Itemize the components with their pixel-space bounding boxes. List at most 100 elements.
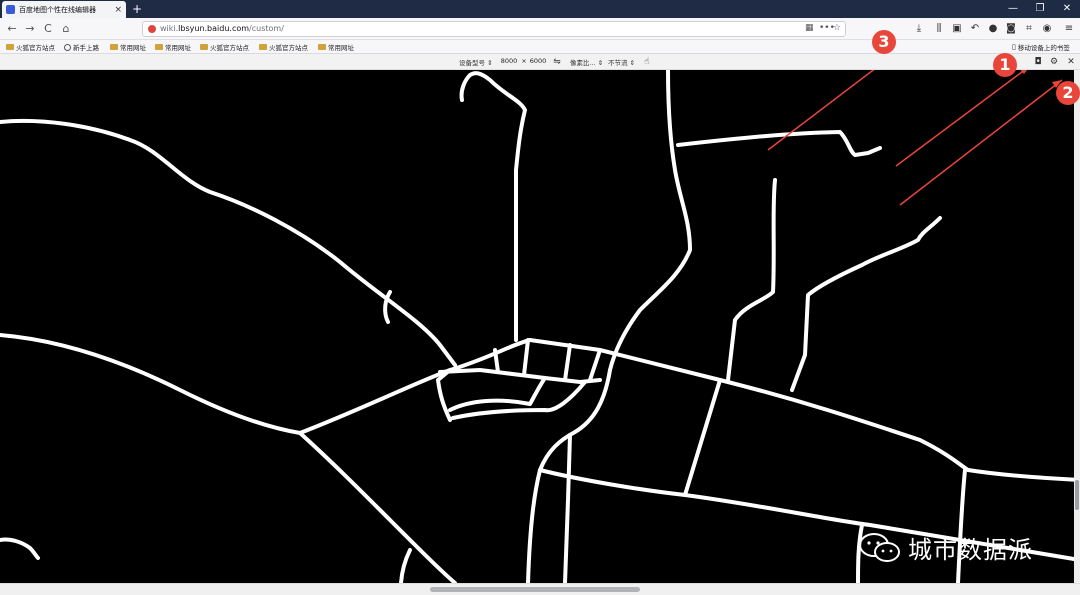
- bookmark-item[interactable]: 常用网址: [155, 42, 191, 52]
- back-button[interactable]: ←: [4, 21, 20, 37]
- bookmark-label: 火狐官方站点: [16, 44, 55, 52]
- baidu-favicon-icon: [6, 5, 15, 14]
- folder-icon: [318, 44, 326, 50]
- road: [0, 537, 40, 560]
- viewport-width-input[interactable]: 8000: [497, 56, 521, 67]
- restore-button[interactable]: ❐: [1027, 0, 1053, 18]
- road: [563, 433, 572, 583]
- bookmark-label: 火狐官方站点: [269, 44, 308, 52]
- url-path: /custom/: [249, 24, 284, 33]
- home-button[interactable]: ⌂: [58, 21, 74, 37]
- road: [383, 290, 392, 324]
- bookmarks-bar: 火狐官方站点 新手上路 常用网址 常用网址 火狐官方站点 火狐官方站点 常用网址…: [0, 40, 1080, 54]
- road: [438, 368, 602, 384]
- road: [0, 333, 302, 435]
- road: [459, 71, 527, 342]
- tab-title: 百度地图个性在线编辑器: [19, 5, 96, 14]
- screenshot-crop-icon[interactable]: ⌗: [1022, 22, 1036, 36]
- road: [451, 380, 587, 420]
- road: [563, 343, 572, 382]
- horizontal-scrollbar[interactable]: [0, 583, 1080, 595]
- road: [436, 368, 452, 422]
- mobile-bookmarks-label: 移动设备上的书签: [1017, 44, 1070, 52]
- browser-window: 百度地图个性在线编辑器 × + — ❐ ✕ ← → C ⌂ wiki.lbsyu…: [0, 0, 1080, 595]
- url-prefix: wiki.: [160, 24, 179, 33]
- forward-button[interactable]: →: [22, 21, 38, 37]
- reload-button[interactable]: C: [40, 21, 56, 37]
- road: [676, 130, 882, 157]
- bookmark-item[interactable]: 火狐官方站点: [259, 42, 308, 52]
- annotation-arrow: [899, 79, 1063, 206]
- road: [718, 378, 1080, 482]
- folder-icon: [155, 44, 163, 50]
- road: [683, 378, 722, 497]
- mobile-bookmarks[interactable]: ▯ 移动设备上的书签: [1012, 42, 1070, 52]
- account-icon[interactable]: ◉: [1040, 22, 1054, 36]
- address-bar[interactable]: wiki.lbsyun.baidu.com/custom/ ▦ ••• ☆: [142, 21, 846, 37]
- bookmark-label: 常用网址: [328, 44, 354, 52]
- bookmark-item[interactable]: 火狐官方站点: [6, 42, 55, 52]
- watermark: 城市数据派: [858, 530, 1033, 565]
- folder-icon: [6, 44, 14, 50]
- annotation-number-3: 3: [872, 30, 896, 54]
- mobile-icon: ▯: [1012, 43, 1016, 51]
- folder-icon: [110, 44, 118, 50]
- bookmark-label: 新手上路: [73, 44, 99, 52]
- road: [790, 216, 942, 392]
- road: [298, 431, 457, 583]
- throttle-select[interactable]: 不节流 ⇕: [608, 57, 635, 67]
- bookmark-label: 常用网址: [120, 44, 146, 52]
- bookmark-item[interactable]: 常用网址: [318, 42, 354, 52]
- reader-icon[interactable]: ▣: [950, 22, 964, 36]
- bookmark-item[interactable]: 新手上路: [64, 42, 99, 52]
- undo-icon[interactable]: ↶: [968, 22, 982, 36]
- road: [956, 468, 967, 583]
- url-domain: lbsyun.baidu.com: [178, 24, 250, 33]
- viewport-height-input[interactable]: 6000: [527, 56, 549, 67]
- wechat-logo-icon: [859, 532, 900, 562]
- qr-code-icon[interactable]: ▦: [805, 23, 814, 33]
- folder-icon: [200, 44, 208, 50]
- touch-simulation-icon[interactable]: ☝: [641, 56, 653, 68]
- download-icon[interactable]: ⤓: [912, 22, 926, 36]
- device-select[interactable]: 设备型号 ⇕: [459, 57, 493, 67]
- navigation-bar: ← → C ⌂ wiki.lbsyun.baidu.com/custom/ ▦ …: [0, 18, 1080, 40]
- horizontal-scrollbar-thumb[interactable]: [430, 587, 640, 592]
- minimize-button[interactable]: —: [1000, 0, 1026, 18]
- menu-icon[interactable]: ≡: [1062, 22, 1076, 36]
- library-icon[interactable]: ⫼: [932, 22, 946, 36]
- road: [399, 548, 412, 583]
- settings-gear-icon[interactable]: ⚙: [1048, 56, 1060, 68]
- road: [298, 338, 722, 435]
- road: [0, 118, 457, 367]
- device-toolbar: 设备型号 ⇕ 8000 × 6000 ⇋ 像素比... ⇕ 不节流 ⇕ ☝ ◘ …: [0, 54, 1080, 70]
- new-tab-button[interactable]: +: [130, 1, 144, 17]
- extension-icon[interactable]: ●: [986, 22, 1000, 36]
- road: [726, 178, 777, 382]
- window-close-button[interactable]: ✕: [1054, 0, 1080, 18]
- url-text[interactable]: wiki.lbsyun.baidu.com/custom/: [160, 24, 284, 33]
- bookmark-item[interactable]: 常用网址: [110, 42, 146, 52]
- road: [522, 338, 530, 377]
- bookmark-item[interactable]: 火狐官方站点: [200, 42, 249, 52]
- vertical-scrollbar[interactable]: [1074, 70, 1080, 583]
- watermark-text: 城市数据派: [908, 536, 1033, 564]
- screenshot-camera-icon[interactable]: ◘: [1032, 56, 1044, 68]
- vertical-scrollbar-thumb[interactable]: [1075, 480, 1079, 510]
- tab-active[interactable]: 百度地图个性在线编辑器 ×: [2, 1, 126, 18]
- tab-close-icon[interactable]: ×: [114, 5, 122, 15]
- rotate-icon[interactable]: ⇋: [551, 56, 563, 68]
- pixel-ratio-select[interactable]: 像素比... ⇕: [570, 57, 603, 67]
- folder-icon: [259, 44, 267, 50]
- annotation-number-2: 2: [1056, 81, 1080, 105]
- password-icon[interactable]: ◙: [1004, 22, 1018, 36]
- close-rdm-icon[interactable]: ✕: [1065, 56, 1077, 68]
- bookmark-star-icon[interactable]: ☆: [833, 23, 841, 33]
- map-viewport[interactable]: [0, 70, 1080, 583]
- tab-bar: 百度地图个性在线编辑器 × + — ❐ ✕: [0, 0, 1080, 18]
- road: [588, 348, 602, 382]
- road-network: [0, 70, 1080, 583]
- bookmark-label: 火狐官方站点: [210, 44, 249, 52]
- bookmark-label: 常用网址: [165, 44, 191, 52]
- site-identity-icon[interactable]: [148, 25, 156, 33]
